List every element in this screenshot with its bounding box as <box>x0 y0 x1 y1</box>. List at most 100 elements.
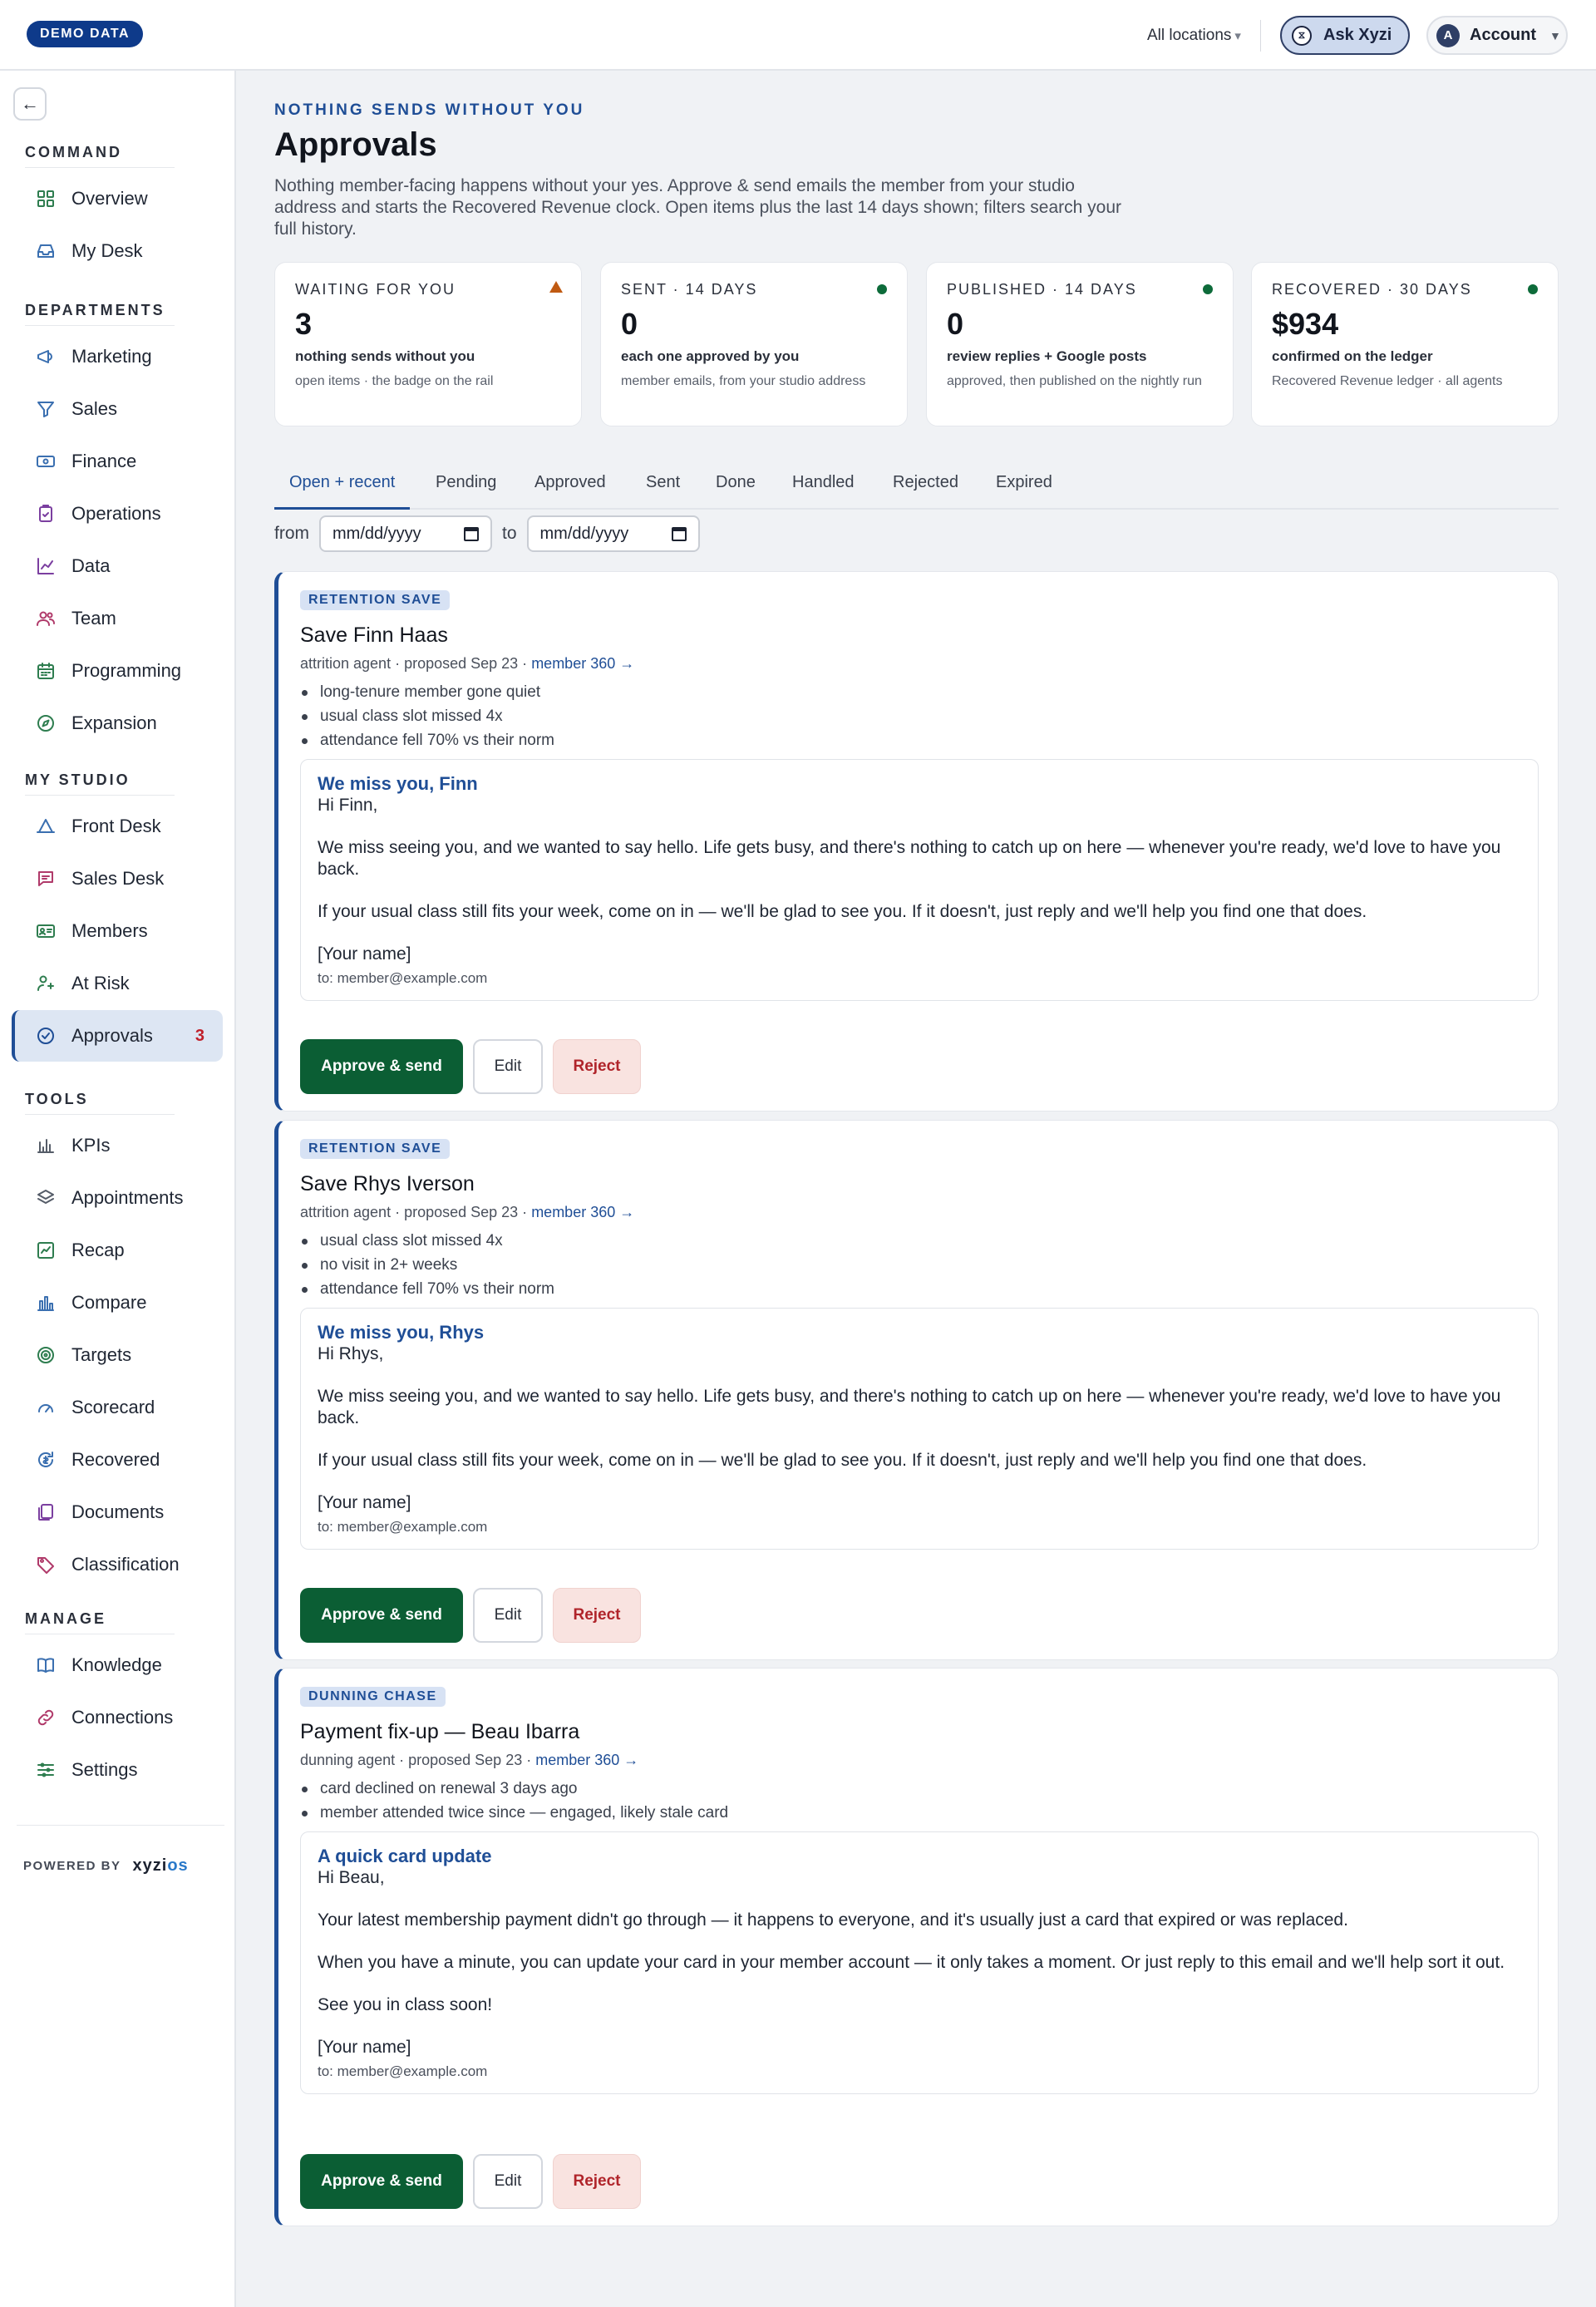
sidebar-item-marketing[interactable]: Marketing <box>12 331 223 382</box>
sidebar-item-documents[interactable]: Documents <box>12 1486 223 1538</box>
email-greeting: Hi Finn, <box>318 796 378 815</box>
reject-button[interactable]: Reject <box>553 2154 641 2209</box>
sidebar-item-sales[interactable]: Sales <box>12 383 223 435</box>
member-360-link[interactable]: member 360 → <box>531 655 634 672</box>
sidebar-item-recovered[interactable]: Recovered <box>12 1434 223 1486</box>
reject-button[interactable]: Reject <box>553 1039 641 1094</box>
chat-icon <box>35 868 57 890</box>
signal-item: attendance fell 70% vs their norm <box>300 1277 554 1301</box>
email-signature: [Your name] <box>318 2038 411 2057</box>
email-paragraph: If your usual class still fits your week… <box>318 902 1367 921</box>
to-date-input[interactable]: mm/dd/yyyy <box>526 515 700 552</box>
sidebar-item-compare[interactable]: Compare <box>12 1277 223 1328</box>
warning-icon <box>549 281 563 293</box>
sidebar-item-label: Scorecard <box>71 1397 155 1417</box>
sidebar-item-overview[interactable]: Overview <box>12 173 223 224</box>
stat-card: SENT · 14 DAYS 0 each one approved by you m… <box>600 262 908 426</box>
member-360-link[interactable]: member 360 → <box>535 1752 638 1768</box>
nav-section-rule <box>25 1114 175 1115</box>
sidebar-item-label: Compare <box>71 1292 147 1313</box>
stat-subtitle: each one approved by you <box>621 348 800 364</box>
sidebar-item-label: My Desk <box>71 240 143 261</box>
nav-section-rule <box>25 325 175 326</box>
edit-button[interactable]: Edit <box>473 1039 543 1094</box>
sidebar-item-data[interactable]: Data <box>12 540 223 592</box>
approvals-count-badge: 3 <box>195 1026 204 1045</box>
sidebar-item-label: Data <box>71 555 111 576</box>
from-date-input[interactable]: mm/dd/yyyy <box>319 515 492 552</box>
approve-send-button[interactable]: Approve & send <box>300 1588 463 1643</box>
tab-approved[interactable]: Approved <box>520 463 621 510</box>
sidebar-item-at-risk[interactable]: At Risk <box>12 958 223 1009</box>
kpi-icon <box>35 1135 57 1156</box>
sidebar-item-finance[interactable]: Finance <box>12 436 223 487</box>
sidebar-item-settings[interactable]: Settings <box>12 1744 223 1796</box>
approve-send-button[interactable]: Approve & send <box>300 1039 463 1094</box>
line-chart-icon <box>35 555 57 577</box>
email-paragraph: When you have a minute, you can update y… <box>318 1953 1505 1972</box>
stat-value: 3 <box>295 307 313 341</box>
collapse-sidebar-button[interactable]: ← <box>13 87 47 121</box>
member-360-link[interactable]: member 360 → <box>531 1204 634 1220</box>
signal-item: no visit in 2+ weeks <box>300 1253 554 1277</box>
sidebar-item-label: Front Desk <box>71 816 161 836</box>
sidebar-item-classification[interactable]: Classification <box>12 1539 223 1590</box>
sidebar-divider <box>17 1825 224 1826</box>
tab-open-recent[interactable]: Open + recent <box>274 463 411 510</box>
sidebar-item-members[interactable]: Members <box>12 905 223 957</box>
sidebar-item-kpis[interactable]: KPIs <box>12 1120 223 1171</box>
approve-send-button[interactable]: Approve & send <box>300 2154 463 2209</box>
sidebar-item-label: Recap <box>71 1240 125 1260</box>
sidebar-item-front-desk[interactable]: Front Desk <box>12 801 223 852</box>
sidebar-item-my-desk[interactable]: My Desk <box>12 225 223 277</box>
sidebar-item-recap[interactable]: Recap <box>12 1225 223 1276</box>
sidebar-item-connections[interactable]: Connections <box>12 1692 223 1743</box>
tab-rejected[interactable]: Rejected <box>878 463 973 510</box>
status-dot-icon <box>877 284 887 294</box>
xyzios-logo: xyzios <box>133 1856 189 1876</box>
tab-pending[interactable]: Pending <box>421 463 511 510</box>
tab-sent[interactable]: Sent <box>631 463 695 510</box>
signal-list: usual class slot missed 4x no visit in 2+… <box>300 1229 554 1301</box>
sidebar-item-label: Sales Desk <box>71 868 165 889</box>
edit-button[interactable]: Edit <box>473 1588 543 1643</box>
sidebar-item-sales-desk[interactable]: Sales Desk <box>12 853 223 905</box>
sidebar-item-operations[interactable]: Operations <box>12 488 223 540</box>
tab-handled[interactable]: Handled <box>777 463 869 510</box>
stat-value: 0 <box>947 307 964 341</box>
stat-label: SENT · 14 DAYS <box>621 281 758 298</box>
sidebar-item-team[interactable]: Team <box>12 593 223 644</box>
edit-button[interactable]: Edit <box>473 2154 543 2209</box>
tab-expired[interactable]: Expired <box>981 463 1067 510</box>
status-tabs: Open + recent Pending Approved Sent Done Hand… <box>274 463 1559 510</box>
location-select[interactable]: All locations ▾ <box>1147 22 1241 49</box>
sidebar-item-knowledge[interactable]: Knowledge <box>12 1639 223 1691</box>
book-icon <box>35 1654 57 1676</box>
tab-done[interactable]: Done <box>701 463 771 510</box>
sidebar-item-expansion[interactable]: Expansion <box>12 698 223 749</box>
stat-subtitle: confirmed on the ledger <box>1272 348 1433 364</box>
nav-section-rule <box>25 795 175 796</box>
sliders-icon <box>35 1759 57 1781</box>
email-recipient: to: member@example.com <box>318 1519 488 1535</box>
signal-item: usual class slot missed 4x <box>300 1229 554 1253</box>
xyzi-logo-icon: ⧖ <box>1292 25 1312 46</box>
sidebar-item-scorecard[interactable]: Scorecard <box>12 1382 223 1433</box>
account-button[interactable]: A Account ▼ <box>1426 16 1568 55</box>
ask-xyzi-button[interactable]: ⧖ Ask Xyzi <box>1280 16 1410 55</box>
reject-button[interactable]: Reject <box>553 1588 641 1643</box>
stat-note: approved, then published on the nightly … <box>947 374 1202 388</box>
email-paragraph: We miss seeing you, and we wanted to say… <box>318 838 1501 879</box>
funnel-icon <box>35 398 57 420</box>
topbar-divider <box>1260 20 1261 52</box>
sidebar-item-approvals[interactable]: Approvals 3 <box>12 1010 223 1062</box>
stat-subtitle: review replies + Google posts <box>947 348 1147 364</box>
sidebar-item-appointments[interactable]: Appointments <box>12 1172 223 1224</box>
page-intro: Nothing member-facing happens without yo… <box>274 176 1122 239</box>
from-date-value: mm/dd/yyyy <box>332 524 421 543</box>
demo-data-badge: DEMO DATA <box>27 21 144 47</box>
sidebar-item-targets[interactable]: Targets <box>12 1329 223 1381</box>
sidebar-item-label: Appointments <box>71 1187 184 1208</box>
sidebar-item-programming[interactable]: Programming <box>12 645 223 697</box>
user-alert-icon <box>35 973 57 994</box>
